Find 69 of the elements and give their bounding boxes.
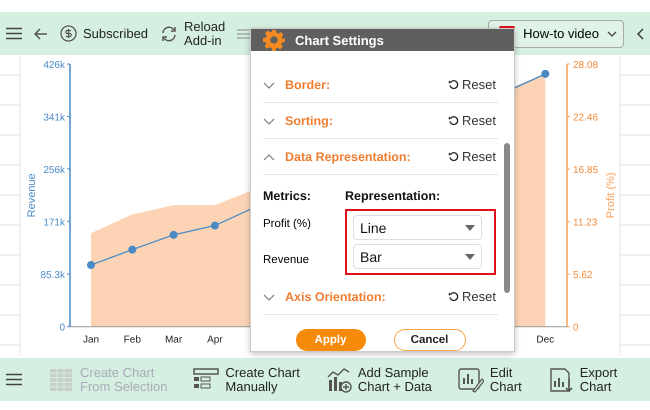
axis-title: Revenue [26,173,38,218]
reset-icon [448,291,460,302]
section-title: Sorting: [285,114,334,128]
reset-button[interactable]: Reset [448,289,498,304]
section-title: Data Representation: [285,150,412,164]
data-point [210,222,219,230]
cancel-button[interactable]: Cancel [394,329,466,351]
data-point [128,246,136,254]
axis-tick-label: Apr [207,334,223,346]
data-point [87,261,95,270]
axis-tick-label: Jan [82,334,100,346]
representation-select[interactable]: Bar [353,244,482,269]
chevron-down-icon[interactable] [263,118,275,124]
menu-icon[interactable] [6,27,22,40]
sliders-icon[interactable] [237,28,252,40]
table-icon [48,366,74,392]
data-point [541,70,550,78]
axis-tick-label: 0 [59,322,65,334]
reset-icon [448,115,460,126]
axis-tick-label: 22.46 [573,112,598,124]
back-arrow-icon[interactable] [34,28,48,40]
chart-edit-icon [458,366,484,392]
axis-title: Profit (%) [605,172,617,218]
menu-icon[interactable] [6,373,22,386]
metric-label: Revenue [263,254,310,266]
chevron-down-icon[interactable] [263,294,275,300]
chevron-up-icon[interactable] [263,154,275,160]
dollar-icon [60,25,77,42]
reset-button[interactable]: Reset [448,77,498,92]
axis-tick-label: Dec [536,334,554,346]
chevron-down-icon [607,30,617,36]
reload-icon [160,24,178,42]
reset-icon [448,151,460,162]
axis-tick-label: 256k [43,164,65,176]
column-header: Metrics: [263,189,312,203]
axis-tick-label: 11.23 [573,218,598,229]
axis-tick-label: 171k [43,217,65,228]
metric-label: Profit (%) [263,218,312,230]
toolbar-button[interactable]: Create Chart Manually [193,366,300,394]
subscribed-button[interactable]: Subscribed [60,25,148,42]
section-title: Border: [285,78,332,92]
reset-icon [448,79,460,90]
column-header: Representation: [345,189,442,203]
scrollbar-thumb[interactable] [504,143,510,293]
toolbar-button[interactable]: Add Sample Chart + Data [326,366,432,394]
toolbar-button[interactable]: Edit Chart [458,366,522,394]
axis-tick-label: Mar [164,334,182,346]
data-point [170,230,178,239]
section-title: Axis Orientation: [285,290,387,304]
axis-tick-label: 5.62 [573,270,592,282]
axis-tick-label: Feb [124,334,141,346]
reload-button[interactable]: Reload Add-in [160,20,226,48]
dialog-title: Chart Settings [295,32,384,48]
axis-tick-label: 341k [43,112,65,124]
caret-icon [465,224,475,230]
axis-tick-label: 0 [573,322,579,334]
axis-tick-label: 85.3k [40,270,65,282]
gear-icon [263,29,285,51]
representation-select[interactable]: Line [353,215,482,240]
axis-tick-label: 28.08 [573,60,598,71]
toolbar-button[interactable]: Export Chart [548,366,618,394]
chevron-down-icon[interactable] [263,82,275,88]
reset-button[interactable]: Reset [448,113,498,128]
axis-tick-label: 16.85 [573,165,598,176]
axis-tick-label: 426k [43,60,65,71]
reset-button[interactable]: Reset [448,149,498,164]
chart-export-icon [548,366,574,392]
chart-add-icon [326,366,352,392]
caret-icon [465,254,475,260]
